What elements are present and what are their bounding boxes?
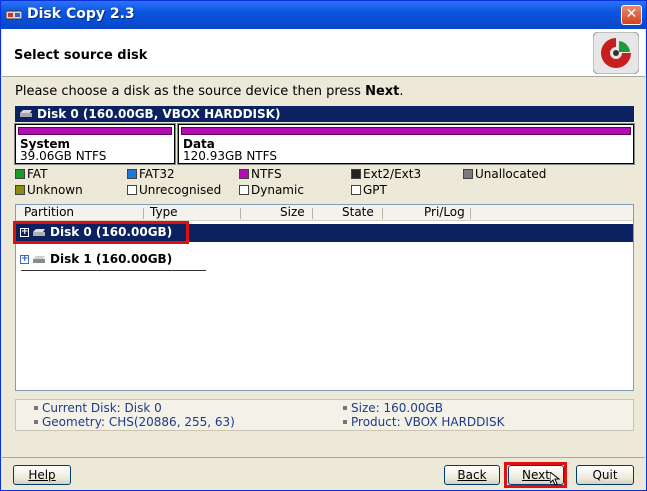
unallocated-swatch-icon — [463, 169, 473, 179]
fat32-swatch-icon — [127, 169, 137, 179]
legend-fat32: FAT32 — [127, 168, 175, 182]
expand-icon[interactable]: + — [20, 255, 29, 264]
close-button[interactable]: ✕ — [621, 5, 642, 25]
partition-info: 120.93GB NTFS — [183, 149, 277, 163]
hard-disk-icon — [20, 110, 32, 117]
legend-ntfs: NTFS — [239, 168, 282, 182]
ntfs-fill — [181, 127, 631, 135]
info-geometry: Geometry: CHS(20886, 255, 63) — [34, 415, 235, 429]
fat-swatch-icon — [15, 169, 25, 179]
unrecognised-swatch-icon — [127, 185, 137, 195]
ext-swatch-icon — [351, 169, 361, 179]
partition-block-data[interactable]: Data 120.93GB NTFS — [177, 123, 635, 165]
disk-info-panel: Current Disk: Disk 0 Geometry: CHS(20886… — [15, 399, 634, 431]
partition-block-system[interactable]: System 39.06GB NTFS — [14, 123, 176, 165]
info-product: Product: VBOX HARDDISK — [343, 415, 504, 429]
highlight-annotation — [13, 221, 189, 244]
legend-unknown: Unknown — [15, 184, 83, 198]
app-window: Disk Copy 2.3 ✕ Select source disk Pleas… — [0, 0, 647, 491]
window-title: Disk Copy 2.3 — [27, 6, 135, 22]
page-title: Select source disk — [14, 48, 148, 63]
column-separator[interactable] — [143, 208, 144, 219]
disk-copy-app-icon — [6, 10, 22, 20]
info-size: Size: 160.00GB — [343, 401, 443, 415]
list-column-header: Partition Type Size State Pri/Log — [16, 205, 633, 221]
wizard-header: Select source disk — [2, 29, 645, 77]
footer-divider — [2, 457, 645, 458]
column-header-size[interactable]: Size — [280, 205, 305, 220]
disk-copy-logo-icon — [593, 32, 639, 74]
title-bar[interactable]: Disk Copy 2.3 ✕ — [1, 1, 646, 29]
bullet-icon — [343, 420, 347, 424]
gpt-swatch-icon — [351, 185, 361, 195]
unknown-swatch-icon — [15, 185, 25, 195]
column-header-partition[interactable]: Partition — [24, 205, 74, 220]
legend-unrecognised: Unrecognised — [127, 184, 221, 198]
column-separator[interactable] — [382, 208, 383, 219]
legend-ext: Ext2/Ext3 — [351, 168, 421, 182]
column-separator[interactable] — [470, 208, 471, 219]
legend-gpt: GPT — [351, 184, 387, 198]
disk-row-1[interactable]: + Disk 1 (160.00GB) — [16, 251, 633, 269]
help-button[interactable]: Help — [13, 465, 71, 485]
disk-banner-label: Disk 0 (160.00GB, VBOX HARDDISK) — [37, 107, 281, 121]
column-separator[interactable] — [312, 208, 313, 219]
legend-unallocated: Unallocated — [463, 168, 546, 182]
disk-banner: Disk 0 (160.00GB, VBOX HARDDISK) — [15, 106, 634, 122]
bullet-icon — [343, 406, 347, 410]
column-separator[interactable] — [240, 208, 241, 219]
legend-dynamic: Dynamic — [239, 184, 304, 198]
ntfs-swatch-icon — [239, 169, 249, 179]
bullet-icon — [34, 420, 38, 424]
quit-button[interactable]: Quit — [576, 465, 634, 485]
hard-disk-icon — [33, 256, 45, 263]
column-header-type[interactable]: Type — [150, 205, 178, 220]
column-header-state[interactable]: State — [342, 205, 374, 220]
dynamic-swatch-icon — [239, 185, 249, 195]
column-header-pri-log[interactable]: Pri/Log — [424, 205, 465, 220]
row-underline — [21, 270, 206, 271]
mouse-cursor-icon — [550, 472, 560, 486]
disk-row-label: Disk 1 (160.00GB) — [50, 252, 173, 266]
partition-info: 39.06GB NTFS — [20, 149, 107, 163]
close-icon: ✕ — [625, 6, 638, 22]
legend-fat: FAT — [15, 168, 47, 182]
instruction-text: Please choose a disk as the source devic… — [15, 84, 404, 99]
info-current-disk: Current Disk: Disk 0 — [34, 401, 162, 415]
back-button[interactable]: Back — [444, 465, 500, 485]
ntfs-fill — [18, 127, 172, 135]
bullet-icon — [34, 406, 38, 410]
